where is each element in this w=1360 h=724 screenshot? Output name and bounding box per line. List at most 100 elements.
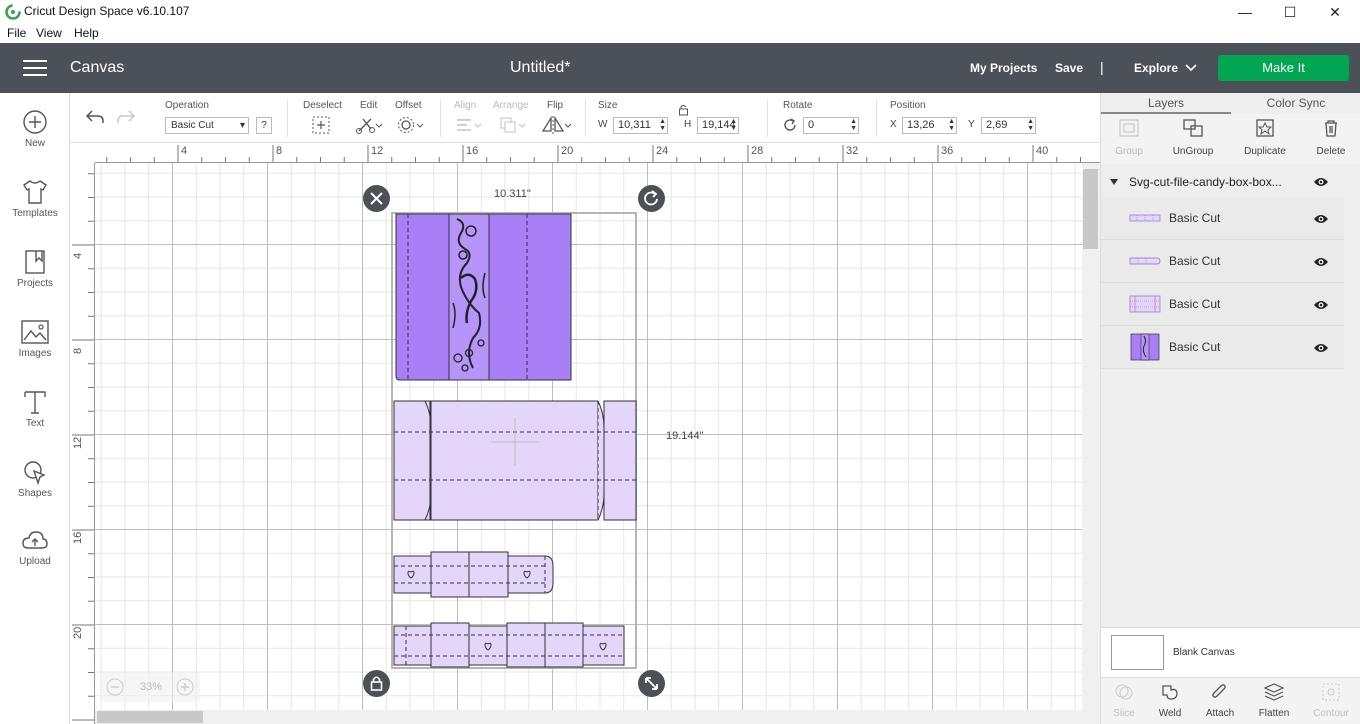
sidebar-item-images[interactable]: Images [0,319,70,379]
y-position-input[interactable]: 2,69 ▲ ▼ [981,117,1036,134]
minimize-button[interactable]: — [1230,3,1260,21]
my-projects-link[interactable]: My Projects [970,61,1037,75]
layer-label: Basic Cut [1169,254,1221,268]
design-canvas[interactable]: 10.311" 19.144" [95,163,1082,710]
eye-icon[interactable] [1313,256,1329,268]
eye-icon[interactable] [1313,213,1329,225]
weld-button[interactable]: Weld [1145,682,1195,719]
scrollbar-thumb[interactable] [97,711,203,723]
layer-label: Basic Cut [1169,211,1221,225]
cloud-upload-icon [22,531,48,549]
sidebar-item-projects[interactable]: Projects [0,249,70,309]
undo-icon[interactable] [84,108,106,126]
sidebar-item-label: Templates [12,208,58,219]
size-label: Size [598,100,618,111]
lock-aspect-icon[interactable] [678,104,689,116]
explore-dropdown[interactable]: Explore [1134,61,1178,75]
layer-row[interactable]: Basic Cut [1101,240,1344,283]
blank-canvas-swatch[interactable] [1111,635,1164,670]
sidebar-item-templates[interactable]: Templates [0,179,70,239]
rotate-handle[interactable] [638,185,665,212]
stepper-icon[interactable]: ▲ ▼ [659,118,666,132]
sidebar-item-label: Projects [16,278,54,289]
sidebar-item-text[interactable]: Text [0,389,70,449]
menu-help[interactable]: Help [74,26,99,40]
offset-icon[interactable] [396,115,424,135]
edit-label: Edit [360,100,378,111]
blank-canvas-label: Blank Canvas [1173,647,1235,658]
caret-down-icon[interactable] [1110,179,1118,185]
offset-label: Offset [395,100,422,111]
save-link[interactable]: Save [1055,61,1083,75]
x-position-input[interactable]: 13,26 ▲ ▼ [902,117,957,134]
duplicate-button[interactable]: Duplicate [1235,118,1295,157]
maximize-button[interactable]: ☐ [1275,3,1305,21]
hamburger-menu-icon[interactable] [23,60,47,78]
weld-label: Weld [1158,708,1182,719]
layer-row[interactable]: Basic Cut [1101,283,1344,326]
operation-select[interactable]: Basic Cut [165,117,249,134]
flatten-button[interactable]: Flatten [1249,682,1299,719]
menu-file[interactable]: File [7,26,26,40]
layers-scrollbar[interactable] [1344,167,1360,627]
deselect-icon[interactable] [311,115,331,135]
make-it-button[interactable]: Make It [1218,55,1349,81]
eye-icon[interactable] [1313,176,1329,188]
resize-handle[interactable] [638,670,665,697]
attach-label: Attach [1205,708,1235,719]
operation-help-button[interactable]: ? [256,117,272,134]
layer-group-row[interactable]: Svg-cut-file-candy-box-box... [1101,167,1344,197]
zoom-out-icon[interactable] [106,678,124,696]
slice-button: Slice [1099,682,1149,719]
height-input[interactable]: 19,144 ▲ ▼ [697,117,739,134]
layer-row[interactable]: Basic Cut [1101,197,1344,240]
layer-thumbnail [1129,295,1161,313]
left-sidebar: New Templates Projects Images Text Shape… [0,93,70,724]
canvas-vertical-scrollbar[interactable] [1082,163,1100,724]
delete-button[interactable]: Delete [1301,118,1360,157]
x-axis-label: X [890,119,897,130]
box-strip-1 [393,551,554,598]
scrollbar-thumb[interactable] [1083,169,1098,249]
group-icon [1119,119,1139,137]
attach-button[interactable]: Attach [1195,682,1245,719]
group-button: Group [1099,118,1159,157]
zoom-in-icon[interactable] [176,678,194,696]
edit-scissors-icon[interactable] [355,115,383,135]
ungroup-button[interactable]: UnGroup [1163,118,1223,157]
flip-icon[interactable] [540,115,572,135]
header-separator: | [1100,59,1104,75]
canvas-horizontal-scrollbar[interactable] [95,710,1082,724]
stepper-icon[interactable]: ▲ ▼ [730,118,737,132]
document-title[interactable]: Untitled* [510,59,570,77]
design-artwork[interactable] [95,163,1082,710]
close-window-button[interactable]: ✕ [1320,3,1350,21]
stepper-icon[interactable]: ▲ ▼ [948,118,955,132]
flatten-icon [1263,683,1285,701]
eye-icon[interactable] [1313,342,1329,354]
layer-row[interactable]: Basic Cut [1101,326,1344,369]
sidebar-item-shapes[interactable]: Shapes [0,459,70,519]
width-input[interactable]: 10,311 ▲ ▼ [613,117,668,134]
menu-view[interactable]: View [36,26,62,40]
stepper-icon[interactable]: ▲ ▼ [1027,118,1034,132]
rotate-input[interactable]: 0 ▲ ▼ [803,117,859,134]
sidebar-item-upload[interactable]: Upload [0,529,70,589]
delete-selection-button[interactable] [363,185,390,212]
stepper-icon[interactable]: ▲ ▼ [850,118,857,132]
blank-canvas-row[interactable]: Blank Canvas [1101,627,1360,677]
ruler-label: 8 [276,145,283,157]
arrange-label: Arrange [493,100,529,111]
layer-label: Basic Cut [1169,340,1221,354]
sidebar-item-new[interactable]: New [0,109,70,169]
ruler-label: 40 [1036,145,1049,157]
tab-layers[interactable]: Layers [1101,93,1231,114]
plus-circle-icon [23,110,47,134]
lock-handle[interactable] [363,670,390,697]
chevron-down-icon[interactable] [1185,64,1197,72]
ruler-label: 4 [72,252,84,259]
redo-icon[interactable] [115,108,137,126]
tab-color-sync[interactable]: Color Sync [1231,93,1360,114]
duplicate-icon [1256,119,1274,137]
eye-icon[interactable] [1313,299,1329,311]
